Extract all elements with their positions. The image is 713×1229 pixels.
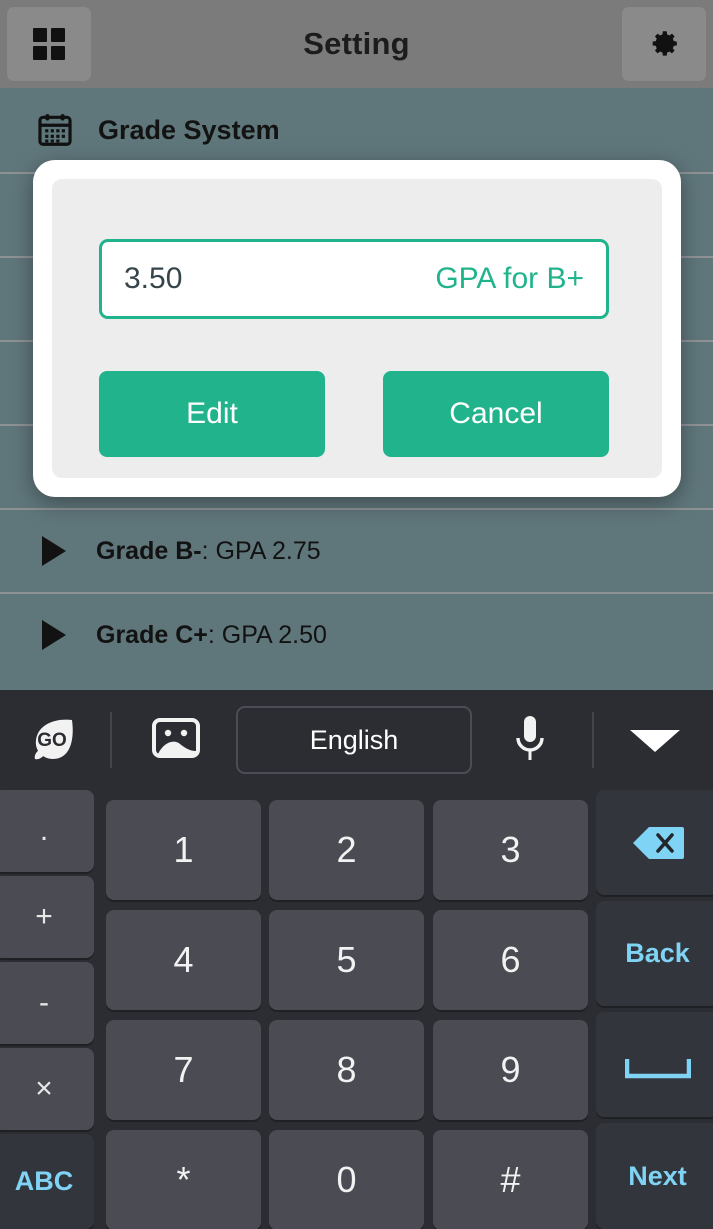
dialog-actions: Edit Cancel bbox=[99, 371, 609, 457]
key-backspace[interactable] bbox=[596, 790, 713, 895]
edit-gpa-dialog: 3.50 GPA for B+ Edit Cancel bbox=[33, 160, 681, 497]
edit-button[interactable]: Edit bbox=[99, 371, 325, 457]
key-9[interactable]: 9 bbox=[433, 1020, 588, 1120]
toolbar-divider bbox=[110, 712, 112, 768]
go-keyboard-logo-icon[interactable]: GO bbox=[28, 714, 78, 764]
chevron-down-icon[interactable] bbox=[630, 730, 680, 752]
key-5[interactable]: 5 bbox=[269, 910, 424, 1010]
space-icon bbox=[624, 1055, 691, 1078]
key-plus[interactable]: + bbox=[0, 876, 94, 958]
emoji-icon[interactable] bbox=[152, 717, 200, 759]
key-2[interactable]: 2 bbox=[269, 800, 424, 900]
key-1[interactable]: 1 bbox=[106, 800, 261, 900]
key-4[interactable]: 4 bbox=[106, 910, 261, 1010]
table-row-grade-c-plus[interactable]: Grade C+: GPA 2.50 bbox=[0, 592, 713, 676]
grade-value: GPA 2.50 bbox=[221, 620, 327, 649]
key-back[interactable]: Back bbox=[596, 901, 713, 1006]
microphone-icon[interactable] bbox=[508, 712, 552, 768]
key-8[interactable]: 8 bbox=[269, 1020, 424, 1120]
key-abc[interactable]: ABC bbox=[0, 1134, 94, 1229]
expand-triangle-icon bbox=[42, 620, 66, 650]
svg-text:GO: GO bbox=[37, 730, 67, 751]
page-title: Setting bbox=[303, 26, 410, 61]
key-multiply[interactable]: × bbox=[0, 1048, 94, 1130]
language-selector[interactable]: English bbox=[236, 706, 472, 774]
key-minus[interactable]: - bbox=[0, 962, 94, 1044]
grade-label: Grade C+ bbox=[96, 620, 208, 649]
apps-grid-icon bbox=[33, 28, 65, 60]
grade-row-text: Grade C+: GPA 2.50 bbox=[96, 620, 327, 649]
gpa-input-label: GPA for B+ bbox=[435, 262, 584, 295]
language-label: English bbox=[309, 724, 399, 755]
key-asterisk[interactable]: * bbox=[106, 1130, 261, 1229]
key-dot[interactable]: . bbox=[0, 790, 94, 872]
table-row-grade-b-minus[interactable]: Grade B-: GPA 2.75 bbox=[0, 508, 713, 592]
expand-triangle-icon bbox=[42, 536, 66, 566]
app-screen: Setting Grade System Grade B-: GPA 2.75 … bbox=[0, 0, 713, 1229]
key-next[interactable]: Next bbox=[596, 1123, 713, 1229]
app-header: Setting bbox=[0, 0, 713, 88]
key-3[interactable]: 3 bbox=[433, 800, 588, 900]
settings-button[interactable] bbox=[622, 7, 706, 81]
gpa-input-row[interactable]: 3.50 GPA for B+ bbox=[99, 239, 609, 319]
on-screen-keyboard: GO English . + - × ABC 1 2 3 4 5 6 7 8 9… bbox=[0, 690, 713, 1229]
gpa-input-value[interactable]: 3.50 bbox=[124, 262, 182, 296]
gear-icon bbox=[652, 31, 677, 56]
grade-label: Grade B- bbox=[96, 536, 202, 565]
keyboard-toolbar: GO English bbox=[0, 690, 713, 790]
section-title: Grade System bbox=[98, 114, 280, 145]
grade-value: GPA 2.75 bbox=[215, 536, 321, 565]
key-6[interactable]: 6 bbox=[433, 910, 588, 1010]
keypad: . + - × ABC 1 2 3 4 5 6 7 8 9 * 0 # Back… bbox=[0, 790, 713, 1229]
key-space[interactable] bbox=[596, 1012, 713, 1117]
backspace-icon bbox=[632, 826, 684, 860]
dialog-panel: 3.50 GPA for B+ Edit Cancel bbox=[52, 179, 662, 478]
toolbar-divider bbox=[592, 712, 594, 768]
key-hash[interactable]: # bbox=[433, 1130, 588, 1229]
key-7[interactable]: 7 bbox=[106, 1020, 261, 1120]
apps-grid-button[interactable] bbox=[7, 7, 91, 81]
grade-row-text: Grade B-: GPA 2.75 bbox=[96, 536, 321, 565]
cancel-button[interactable]: Cancel bbox=[383, 371, 609, 457]
key-0[interactable]: 0 bbox=[269, 1130, 424, 1229]
calendar-icon bbox=[36, 111, 74, 149]
